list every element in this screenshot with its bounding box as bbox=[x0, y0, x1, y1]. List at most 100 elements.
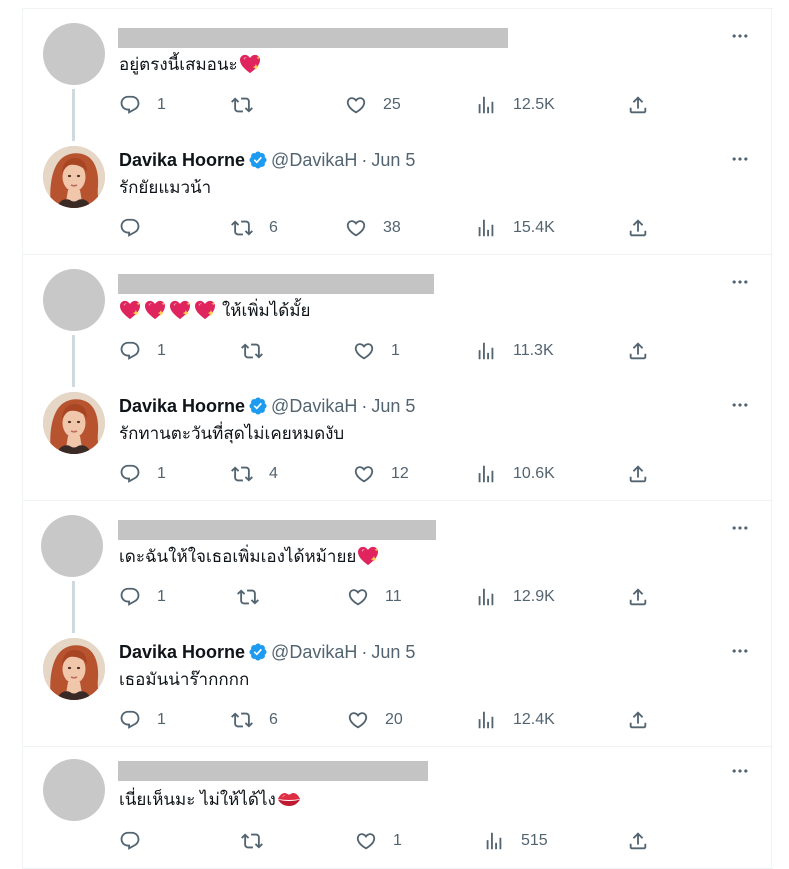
like-count: 1 bbox=[391, 342, 400, 359]
share-button[interactable] bbox=[627, 585, 649, 609]
repost-button[interactable] bbox=[231, 93, 253, 117]
repost-button[interactable]: 6 bbox=[231, 708, 278, 732]
views-button[interactable]: 12.9K bbox=[475, 585, 555, 609]
verified-badge-icon bbox=[248, 642, 268, 662]
author-tweet[interactable]: Davika Hoorne @DavikaH · Jun 5 รักทานตะว… bbox=[23, 378, 773, 501]
avatar[interactable] bbox=[41, 515, 103, 577]
share-button[interactable] bbox=[627, 462, 649, 486]
more-options-icon[interactable] bbox=[729, 149, 751, 169]
views-button[interactable]: 15.4K bbox=[475, 216, 555, 240]
redacted-username bbox=[118, 28, 508, 48]
views-button[interactable]: 12.5K bbox=[475, 93, 555, 117]
views-button[interactable]: 12.4K bbox=[475, 708, 555, 732]
like-button[interactable]: 25 bbox=[345, 93, 401, 117]
share-icon bbox=[627, 217, 649, 239]
author-tweet[interactable]: Davika Hoorne @DavikaH · Jun 5 เธอมันน่า… bbox=[23, 624, 773, 747]
tweet-text: รักทานตะวันที่สุดไม่เคยหมดงับ bbox=[119, 424, 345, 443]
tweet-text: เธอมันน่าร๊ากกกก bbox=[119, 670, 250, 689]
more-options-icon[interactable] bbox=[729, 395, 751, 415]
like-button[interactable]: 38 bbox=[345, 216, 401, 240]
reply-button[interactable] bbox=[119, 216, 141, 240]
share-button[interactable] bbox=[627, 93, 649, 117]
tweet-text: เดะฉันให้ใจเธอเพิ่มเองได้หม้ายย bbox=[119, 546, 379, 568]
display-name[interactable]: Davika Hoorne bbox=[119, 395, 245, 417]
avatar[interactable] bbox=[43, 759, 105, 821]
reply-icon bbox=[119, 94, 141, 116]
avatar[interactable] bbox=[43, 23, 105, 85]
timestamp[interactable]: Jun 5 bbox=[371, 641, 415, 663]
reply-button[interactable]: 1 bbox=[119, 585, 166, 609]
repost-button[interactable] bbox=[241, 829, 263, 853]
like-button[interactable]: 1 bbox=[353, 339, 400, 363]
share-button[interactable] bbox=[627, 216, 649, 240]
view-count: 12.9K bbox=[513, 588, 555, 605]
action-bar: 1 515 bbox=[119, 829, 679, 853]
share-button[interactable] bbox=[627, 339, 649, 363]
timestamp[interactable]: Jun 5 bbox=[371, 395, 415, 417]
more-options-icon[interactable] bbox=[729, 26, 751, 46]
reply-button[interactable] bbox=[119, 829, 141, 853]
like-count: 1 bbox=[393, 832, 402, 849]
view-count: 12.4K bbox=[513, 711, 555, 728]
view-count: 515 bbox=[521, 832, 548, 849]
reply-button[interactable]: 1 bbox=[119, 93, 166, 117]
conversation-group: อยู่ตรงนี้เสมอนะ 1 25 12.5K Davika Hoorn… bbox=[23, 8, 773, 254]
display-name[interactable]: Davika Hoorne bbox=[119, 641, 245, 663]
avatar[interactable] bbox=[43, 146, 105, 208]
reply-count: 1 bbox=[157, 588, 166, 605]
share-button[interactable] bbox=[627, 829, 649, 853]
like-button[interactable]: 20 bbox=[347, 708, 403, 732]
repost-button[interactable] bbox=[241, 339, 263, 363]
separator: · bbox=[361, 150, 368, 170]
user-handle[interactable]: @DavikaH bbox=[271, 149, 357, 171]
redacted-username bbox=[118, 274, 434, 294]
reply-tweet[interactable]: อยู่ตรงนี้เสมอนะ 1 25 12.5K bbox=[23, 9, 773, 141]
user-handle[interactable]: @DavikaH bbox=[271, 395, 357, 417]
tweet-text: เนี่ยเห็นมะ ไม่ให้ได้ไง bbox=[119, 789, 301, 811]
like-count: 20 bbox=[385, 711, 403, 728]
repost-button[interactable]: 6 bbox=[231, 216, 278, 240]
avatar[interactable] bbox=[43, 392, 105, 454]
like-button[interactable]: 12 bbox=[353, 462, 409, 486]
reply-button[interactable]: 1 bbox=[119, 339, 166, 363]
share-button[interactable] bbox=[627, 708, 649, 732]
view-count: 11.3K bbox=[513, 342, 554, 359]
reply-tweet[interactable]: เดะฉันให้ใจเธอเพิ่มเองได้หม้ายย 1 11 12.… bbox=[23, 501, 773, 633]
timestamp[interactable]: Jun 5 bbox=[371, 149, 415, 171]
view-count: 15.4K bbox=[513, 219, 555, 236]
more-options-icon[interactable] bbox=[729, 518, 751, 538]
repost-count: 6 bbox=[269, 219, 278, 236]
reply-button[interactable]: 1 bbox=[119, 462, 166, 486]
author-tweet[interactable]: Davika Hoorne @DavikaH · Jun 5 รักยัยแมว… bbox=[23, 132, 773, 255]
profile-photo bbox=[43, 638, 105, 700]
user-handle[interactable]: @DavikaH bbox=[271, 641, 357, 663]
reply-count: 1 bbox=[157, 342, 166, 359]
redacted-username bbox=[118, 520, 436, 540]
action-bar: 1 4 12 10.6K bbox=[119, 462, 679, 486]
views-icon bbox=[475, 709, 497, 731]
repost-button[interactable]: 4 bbox=[231, 462, 278, 486]
reply-tweet[interactable]: เนี่ยเห็นมะ ไม่ให้ได้ไง 1 515 bbox=[23, 747, 773, 867]
avatar[interactable] bbox=[43, 638, 105, 700]
action-bar: 1 6 20 12.4K bbox=[119, 708, 679, 732]
like-icon bbox=[347, 586, 369, 608]
more-options-icon[interactable] bbox=[729, 761, 751, 781]
view-count: 10.6K bbox=[513, 465, 555, 482]
more-options-icon[interactable] bbox=[729, 272, 751, 292]
action-bar: 1 11 12.9K bbox=[119, 585, 679, 609]
repost-icon bbox=[231, 217, 253, 239]
reply-tweet[interactable]: ให้เพิ่มได้มั้ย 1 1 11.3K bbox=[23, 255, 773, 387]
views-button[interactable]: 11.3K bbox=[475, 339, 554, 363]
more-options-icon[interactable] bbox=[729, 641, 751, 661]
reply-button[interactable]: 1 bbox=[119, 708, 166, 732]
conversation-group: เดะฉันให้ใจเธอเพิ่มเองได้หม้ายย 1 11 12.… bbox=[23, 500, 773, 746]
repost-button[interactable] bbox=[237, 585, 259, 609]
display-name[interactable]: Davika Hoorne bbox=[119, 149, 245, 171]
views-icon bbox=[475, 340, 497, 362]
views-button[interactable]: 515 bbox=[483, 829, 548, 853]
views-button[interactable]: 10.6K bbox=[475, 462, 555, 486]
views-icon bbox=[483, 830, 505, 852]
like-button[interactable]: 11 bbox=[347, 585, 402, 609]
like-button[interactable]: 1 bbox=[355, 829, 402, 853]
avatar[interactable] bbox=[43, 269, 105, 331]
